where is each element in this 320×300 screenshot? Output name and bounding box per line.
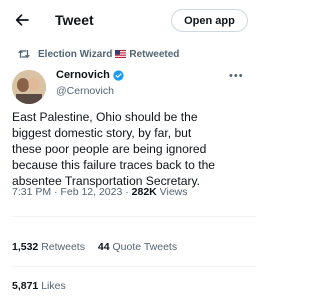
divider <box>12 216 256 217</box>
retweets-link[interactable]: 1,532 Retweets <box>12 241 85 253</box>
open-app-button[interactable]: Open app <box>171 9 248 32</box>
tweet-metadata: 7:31 PM · Feb 12, 2023 · 282K Views <box>12 186 188 198</box>
tweet-text: East Palestine, Ohio should be the bigge… <box>12 109 252 189</box>
tweet-text-line: these poor people are being ignored <box>12 142 207 156</box>
page-title: Tweet <box>55 12 94 28</box>
retweet-icon <box>18 49 30 59</box>
author-name[interactable]: Cernovich <box>56 69 110 81</box>
likes-link[interactable]: 5,871 Likes <box>12 280 66 292</box>
retweet-context: Election Wizard Retweeted <box>18 47 179 61</box>
avatar-photo <box>12 70 46 104</box>
views-count: 282K <box>131 186 157 198</box>
retweets-count: 1,532 <box>12 241 39 253</box>
avatar[interactable] <box>12 70 46 104</box>
likes-count: 5,871 <box>12 280 39 292</box>
tweet-text-line: biggest domestic story, by far, but <box>12 126 192 140</box>
quote-tweets-label: Quote Tweets <box>109 241 178 253</box>
tweet-timestamp[interactable]: 7:31 PM · Feb 12, 2023 · <box>12 186 132 198</box>
arrow-left-icon[interactable] <box>14 12 30 28</box>
retweeter-line[interactable]: Election Wizard Retweeted <box>38 49 179 60</box>
us-flag-icon <box>115 50 127 58</box>
tweet-text-line: East Palestine, Ohio should be the <box>12 110 198 124</box>
engagement-stats: 1,532 Retweets 44 Quote Tweets <box>12 241 177 253</box>
verified-badge-icon <box>113 69 124 81</box>
quote-tweets-count: 44 <box>97 241 110 253</box>
author-handle[interactable]: @Cernovich <box>56 85 114 97</box>
quote-tweets-link[interactable]: 44 Quote Tweets <box>98 241 177 253</box>
retweeter-name[interactable]: Election Wizard <box>38 49 112 60</box>
likes-label: Likes <box>38 280 66 292</box>
retweets-label: Retweets <box>38 241 85 253</box>
divider <box>12 266 256 267</box>
retweet-action: Retweeted <box>129 48 180 60</box>
views-label: Views <box>156 186 188 198</box>
author-name-row[interactable]: Cernovich <box>56 69 124 81</box>
tweet-text-line: because this failure traces back to the <box>12 158 216 172</box>
more-options-icon[interactable]: ••• <box>229 70 244 82</box>
top-bar: Tweet Open app <box>0 0 256 40</box>
